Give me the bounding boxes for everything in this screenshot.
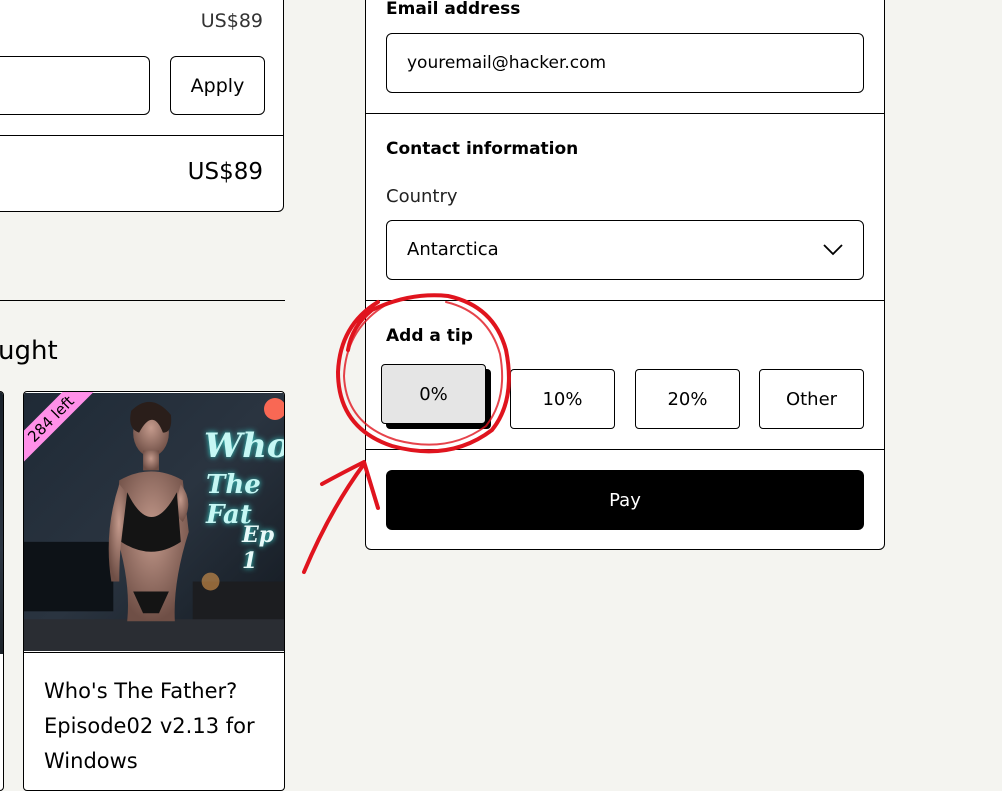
divider bbox=[366, 449, 884, 450]
apply-button[interactable]: Apply bbox=[170, 56, 265, 115]
tip-option-10[interactable]: 10% bbox=[510, 369, 615, 429]
product-thumbnail[interactable]: 284 left Who's The Fat Ep 1 bbox=[24, 392, 284, 653]
section-divider bbox=[0, 300, 285, 301]
patreon-icon bbox=[264, 398, 284, 420]
pay-button[interactable]: Pay bbox=[386, 470, 864, 530]
tip-heading: Add a tip bbox=[386, 326, 473, 346]
divider bbox=[366, 300, 884, 301]
section-heading: ught bbox=[0, 336, 58, 366]
discount-code-input[interactable] bbox=[0, 56, 150, 115]
stock-ribbon: 284 left bbox=[24, 392, 114, 482]
summary-divider bbox=[0, 135, 283, 136]
country-select-value: Antarctica bbox=[407, 239, 499, 260]
email-label: Email address bbox=[386, 0, 521, 19]
country-select[interactable]: Antarctica bbox=[386, 220, 864, 280]
tip-option-20[interactable]: 20% bbox=[635, 369, 740, 429]
product-title[interactable]: Who's The Father? Episode02 v2.13 for Wi… bbox=[44, 674, 274, 779]
country-label: Country bbox=[386, 186, 458, 207]
contact-information-heading: Contact information bbox=[386, 139, 579, 159]
tip-option-0[interactable]: 0% bbox=[381, 364, 486, 424]
artwork-title-line2: The Fat bbox=[206, 470, 261, 530]
email-field[interactable] bbox=[386, 33, 864, 93]
annotation-arrow-shaft bbox=[302, 462, 366, 574]
order-summary-card: US$89 Apply US$89 bbox=[0, 0, 284, 212]
product-thumbnail-partial bbox=[0, 392, 3, 654]
product-card-partial[interactable] bbox=[0, 391, 4, 791]
artwork-title-line1: Who's bbox=[204, 426, 284, 466]
stock-ribbon-label: 284 left bbox=[24, 392, 98, 466]
item-price: US$89 bbox=[200, 10, 263, 32]
divider bbox=[366, 113, 884, 114]
checkout-panel: Email address Contact information Countr… bbox=[365, 0, 885, 550]
tip-option-other[interactable]: Other bbox=[759, 369, 864, 429]
total-price: US$89 bbox=[187, 159, 263, 185]
product-card[interactable]: 284 left Who's The Fat Ep 1 Who's The Fa… bbox=[23, 391, 285, 791]
chevron-down-icon bbox=[823, 244, 843, 256]
artwork-episode: Ep 1 bbox=[242, 522, 275, 574]
